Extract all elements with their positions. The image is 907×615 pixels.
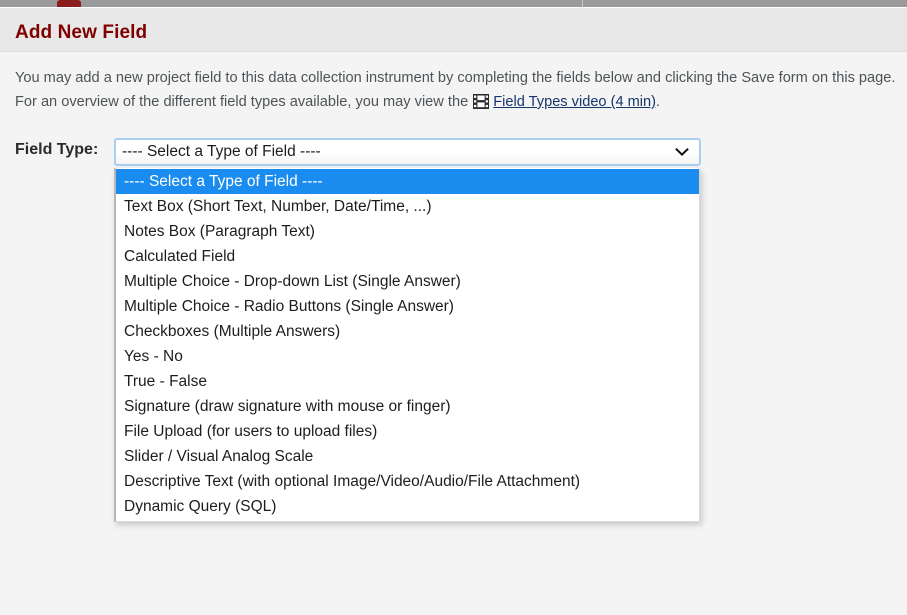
dropdown-option[interactable]: Text Box (Short Text, Number, Date/Time,… [116,194,699,219]
dropdown-option[interactable]: Yes - No [116,344,699,369]
instructions-text-part2: . [656,94,661,110]
dropdown-option[interactable]: Multiple Choice - Drop-down List (Single… [116,269,699,294]
video-icon [473,94,490,109]
dropdown-option[interactable]: Notes Box (Paragraph Text) [116,219,699,244]
page-header-band: Add New Field [0,7,907,52]
field-types-video-link[interactable]: Field Types video (4 min) [493,94,656,110]
chevron-down-icon [675,146,689,158]
page-title: Add New Field [15,22,148,43]
browser-tab-strip [0,0,907,7]
tab-strip-divider [582,0,583,7]
field-type-dropdown-list[interactable]: ---- Select a Type of Field ---- Text Box… [114,168,700,522]
dropdown-option[interactable]: True - False [116,369,699,394]
instructions-text-part1: You may add a new project field to this … [15,70,900,110]
dropdown-option[interactable]: Multiple Choice - Radio Buttons (Single … [116,294,699,319]
dropdown-option[interactable]: File Upload (for users to upload files) [116,419,699,444]
active-tab-marker[interactable] [57,0,81,7]
dropdown-option[interactable]: ---- Select a Type of Field ---- [116,169,699,194]
field-type-select[interactable]: ---- Select a Type of Field ---- [114,138,701,166]
dropdown-option[interactable]: Dynamic Query (SQL) [116,494,699,519]
dropdown-option[interactable]: Slider / Visual Analog Scale [116,444,699,469]
instructions-paragraph: You may add a new project field to this … [15,66,907,114]
field-type-selected-value: ---- Select a Type of Field ---- [122,143,321,160]
dropdown-option[interactable]: Signature (draw signature with mouse or … [116,394,699,419]
dropdown-option[interactable]: Descriptive Text (with optional Image/Vi… [116,469,699,494]
dropdown-option[interactable]: Calculated Field [116,244,699,269]
field-type-label: Field Type: [15,141,99,158]
dropdown-option[interactable]: Checkboxes (Multiple Answers) [116,319,699,344]
